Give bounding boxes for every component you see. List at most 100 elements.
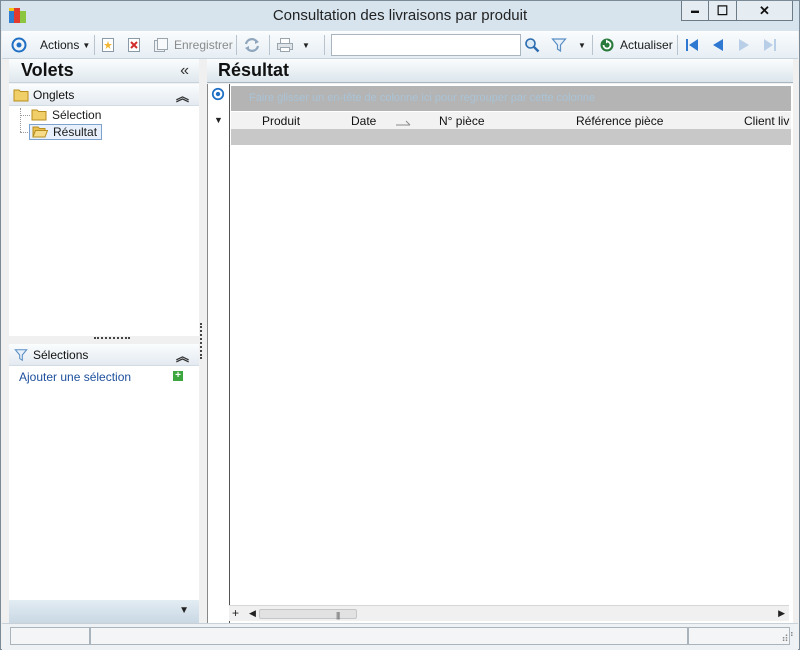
delete-icon: [128, 38, 140, 52]
refresh-button[interactable]: Actualiser: [599, 35, 673, 55]
close-icon: ✕: [759, 2, 770, 18]
toolbar-separator: [324, 35, 325, 55]
grid-menu-icon[interactable]: [211, 87, 225, 101]
main-menu-button[interactable]: [11, 35, 27, 55]
column-header-produit[interactable]: Produit: [262, 114, 300, 128]
column-header-reference-piece[interactable]: Référence pièce: [576, 114, 663, 128]
grip-handle: [94, 337, 130, 340]
scrollbar-thumb[interactable]: |||: [259, 609, 357, 620]
scroll-right-icon[interactable]: ▶: [778, 608, 785, 619]
refresh-label: Actualiser: [620, 38, 673, 52]
folder-icon: [13, 89, 29, 102]
toolbar: Actions ▼ Enregistrer ▼ ▼ Actualiser: [2, 31, 798, 59]
tree-item-selection[interactable]: Sélection: [31, 107, 101, 123]
tree-item-resultat[interactable]: Résultat: [29, 124, 103, 140]
column-header-client-livre[interactable]: Client liv: [744, 114, 789, 128]
save-label: Enregistrer: [174, 38, 233, 52]
next-record-button[interactable]: [736, 35, 752, 55]
status-cell: [688, 627, 790, 645]
horizontal-scrollbar[interactable]: ◀ ||| ▶: [229, 605, 789, 621]
previous-record-icon: [713, 39, 723, 51]
volets-header: Volets «: [9, 59, 199, 83]
onglets-body: Sélection Résultat: [9, 106, 199, 336]
save-button[interactable]: Enregistrer: [153, 35, 233, 55]
minimize-icon: ▬: [691, 6, 699, 15]
window-controls: ▬ ☐ ✕: [681, 1, 793, 23]
printer-icon: [277, 38, 293, 52]
resize-grip-icon[interactable]: ⠠⠰ ⠶: [781, 630, 794, 645]
chevron-down-icon: ▼: [82, 40, 91, 50]
maximize-button[interactable]: ☐: [709, 1, 737, 21]
application-window: Consultation des livraisons par produit …: [0, 0, 800, 650]
folder-icon: [31, 109, 47, 121]
selections-title: Sélections: [33, 348, 89, 362]
new-button[interactable]: [100, 35, 116, 55]
new-document-icon: [102, 38, 114, 52]
column-header-date[interactable]: Date: [351, 114, 376, 128]
add-row-icon[interactable]: +: [232, 606, 239, 620]
funnel-icon: [14, 349, 28, 362]
minimize-button[interactable]: ▬: [681, 1, 709, 21]
status-cell: [90, 627, 688, 645]
circle-menu-icon: [11, 37, 27, 53]
column-chooser-icon[interactable]: ▼: [214, 115, 223, 125]
tree-item-label: Sélection: [52, 108, 102, 122]
status-bar: ⠠⠰ ⠶: [2, 623, 798, 650]
toolbar-separator: [677, 35, 678, 55]
funnel-icon: [551, 38, 567, 53]
actions-label: Actions: [40, 38, 80, 52]
result-header: Résultat: [207, 59, 793, 83]
first-record-button[interactable]: [684, 35, 700, 55]
chevron-down-icon: ▼: [578, 40, 586, 50]
filter-row[interactable]: [231, 129, 791, 145]
print-button[interactable]: ▼: [276, 35, 310, 55]
refresh-icon: [600, 38, 614, 52]
column-header-numero-piece[interactable]: N° pièce: [439, 114, 485, 128]
open-folder-icon: [32, 126, 48, 138]
toolbar-separator: [236, 35, 237, 55]
title-bar: Consultation des livraisons par produit …: [1, 1, 799, 31]
left-panel-footer: ▼: [9, 600, 199, 623]
magnifier-icon: [525, 38, 540, 53]
chevron-down-icon[interactable]: ▼: [179, 605, 189, 616]
collapse-section-icon[interactable]: ︽: [176, 346, 189, 365]
window-title: Consultation des livraisons par produit: [272, 7, 528, 24]
scroll-left-icon[interactable]: ◀: [249, 608, 256, 619]
actions-menu-button[interactable]: Actions ▼: [40, 35, 90, 55]
previous-record-button[interactable]: [710, 35, 726, 55]
sort-indicator-icon: [396, 120, 411, 126]
column-header-row: Produit Date N° pièce Référence pièce Cl…: [231, 112, 791, 130]
close-button[interactable]: ✕: [737, 1, 793, 21]
collapse-panel-button[interactable]: «: [180, 62, 189, 80]
collapse-section-icon[interactable]: ︽: [176, 86, 189, 105]
toolbar-separator: [592, 35, 593, 55]
sync-icon: [244, 38, 260, 52]
sync-button[interactable]: [243, 35, 261, 55]
search-button[interactable]: [524, 35, 540, 55]
add-icon[interactable]: +: [173, 371, 183, 381]
row-selector-column: [208, 84, 230, 623]
volets-title: Volets: [21, 60, 74, 80]
first-record-icon: [686, 39, 698, 51]
search-input[interactable]: [331, 34, 521, 56]
toolbar-separator: [269, 35, 270, 55]
last-record-button[interactable]: [762, 35, 778, 55]
maximize-icon: ☐: [716, 2, 729, 18]
horizontal-splitter[interactable]: [9, 337, 199, 343]
selections-body: [9, 366, 199, 600]
onglets-header[interactable]: Onglets ︽: [9, 84, 199, 106]
results-grid: ▼ Faire glisser un en-tête de colonne ic…: [207, 84, 793, 623]
last-record-icon: [764, 39, 776, 51]
selections-header[interactable]: Sélections ︽: [9, 344, 199, 366]
tree-item-label: Résultat: [53, 125, 98, 139]
add-selection-link[interactable]: Ajouter une sélection: [19, 370, 131, 384]
filter-button[interactable]: ▼: [551, 35, 586, 55]
chevron-down-icon: ▼: [302, 40, 310, 50]
onglets-title: Onglets: [33, 88, 75, 102]
status-cell: [10, 627, 90, 645]
vertical-splitter[interactable]: [200, 323, 203, 359]
group-by-area[interactable]: Faire glisser un en-tête de colonne ici …: [231, 86, 791, 111]
result-title: Résultat: [218, 60, 290, 80]
grip-handle: |||: [336, 611, 340, 620]
delete-button[interactable]: [126, 35, 142, 55]
